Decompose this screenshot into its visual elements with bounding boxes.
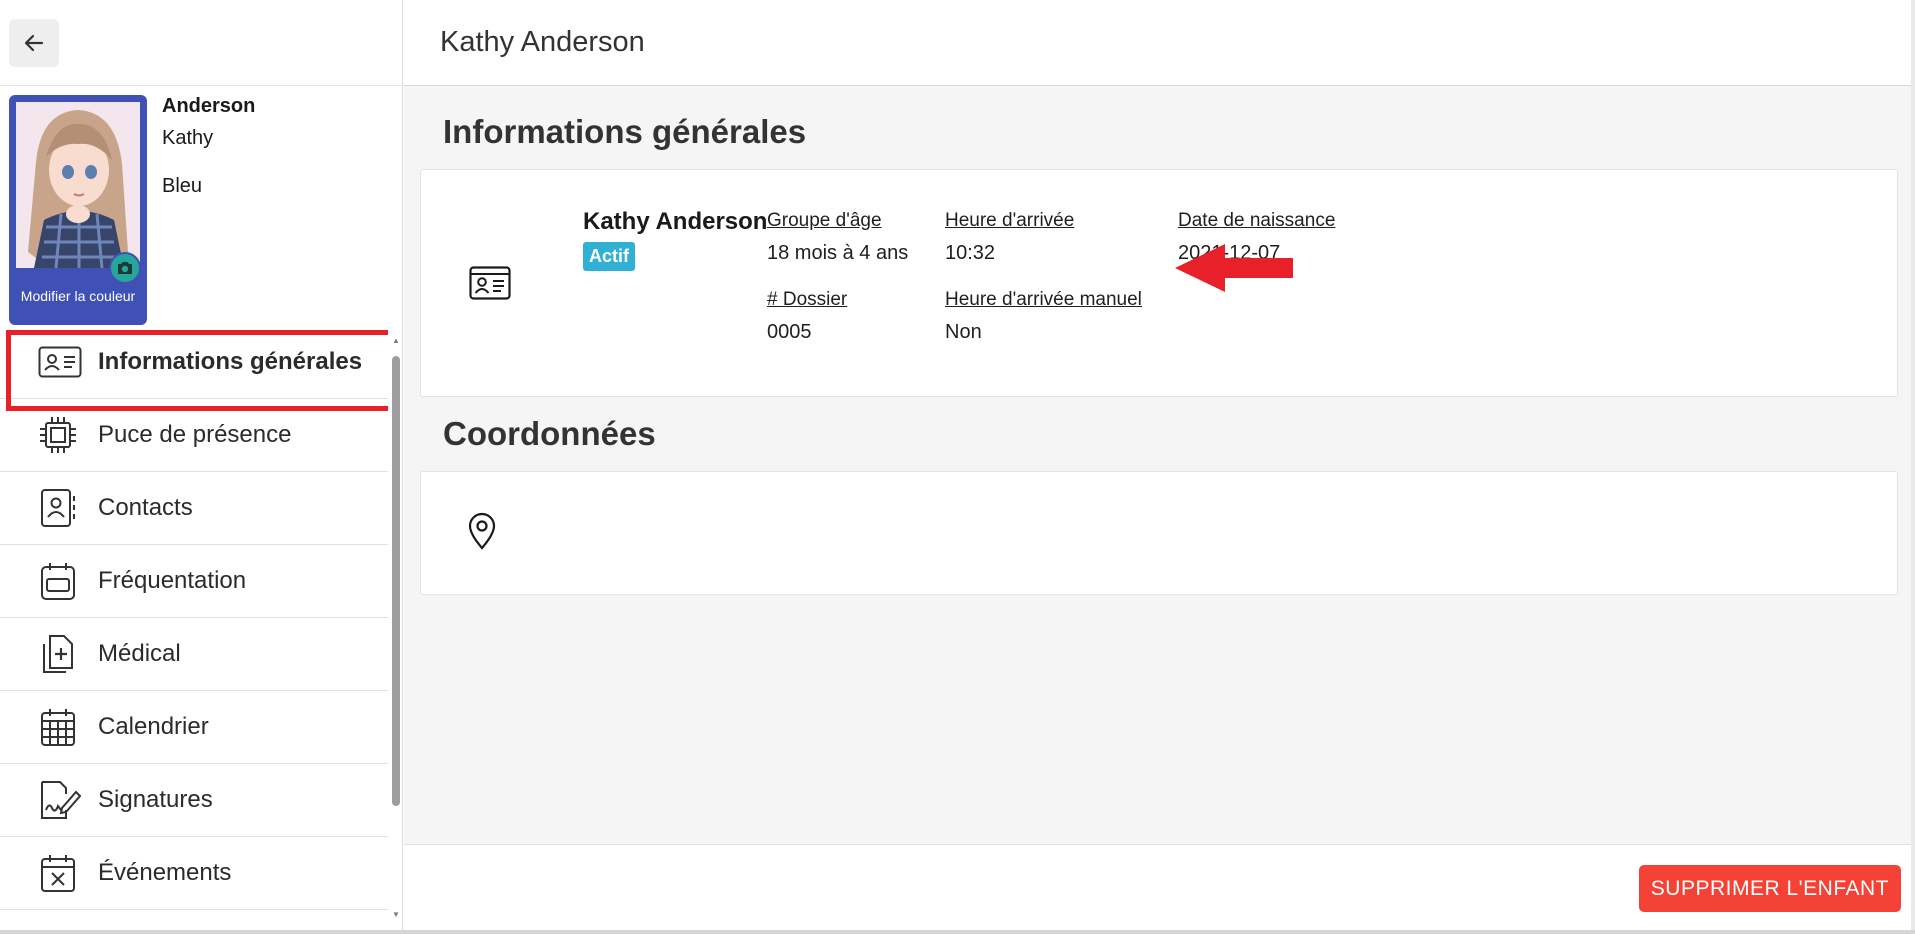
manual-arrival-value: Non [945, 321, 982, 343]
scroll-up-icon[interactable]: ▲ [392, 336, 400, 345]
sidebar-item-label: Signatures [98, 786, 213, 813]
sidebar-item-medical[interactable]: Médical [0, 618, 388, 691]
annotation-arrow-icon [1175, 244, 1293, 292]
sidebar-item-label: Médical [98, 640, 181, 667]
child-first-name: Kathy [162, 127, 214, 149]
id-card-icon [38, 342, 84, 382]
sidebar-item-evenements[interactable]: Événements [0, 837, 388, 910]
sidebar-item-label: Contacts [98, 494, 193, 521]
id-card-icon [469, 266, 511, 305]
scrollbar-thumb[interactable] [392, 356, 400, 806]
status-badge: Actif [583, 242, 635, 271]
child-profile: Modifier la couleur Anderson Kathy Bleu [0, 86, 403, 326]
child-last-name: Anderson [162, 95, 256, 117]
sidebar-item-label: Informations générales [98, 348, 363, 375]
arrival-time-label: Heure d'arrivée [945, 210, 1075, 231]
sidebar-top-bar [0, 0, 402, 86]
chip-icon [38, 415, 84, 455]
page-title: Kathy Anderson [440, 26, 645, 58]
attendance-calendar-icon [38, 561, 84, 601]
sidebar-item-informations-generales[interactable]: Informations générales [0, 326, 388, 411]
section-title-general-info: Informations générales [443, 113, 807, 150]
section-title-coordinates: Coordonnées [443, 415, 656, 452]
change-photo-button[interactable] [109, 252, 141, 284]
sidebar-scrollbar[interactable]: ▲ ▼ [389, 336, 402, 922]
contact-book-icon [38, 488, 84, 528]
sidebar-item-label: Puce de présence [98, 421, 292, 448]
avatar [16, 102, 140, 268]
signature-icon [38, 780, 84, 820]
window-edge [1911, 0, 1915, 934]
sidebar-nav: Informations générales Puce de présence … [0, 326, 388, 920]
modify-color-button[interactable]: Modifier la couleur [9, 287, 147, 305]
calendar-x-icon [38, 853, 84, 893]
child-full-name: Kathy Anderson [583, 208, 768, 235]
sidebar: Modifier la couleur Anderson Kathy Bleu … [0, 0, 403, 934]
sidebar-item-signatures[interactable]: Signatures [0, 764, 388, 837]
back-button[interactable] [9, 19, 59, 67]
camera-icon [118, 262, 132, 274]
main-content: Kathy Anderson Informations générales Ka… [404, 0, 1911, 934]
age-group-label: Groupe d'âge [767, 210, 882, 231]
sidebar-item-label: Calendrier [98, 713, 209, 740]
delete-child-button[interactable]: SUPPRIMER L'ENFANT [1638, 865, 1901, 912]
coordinates-card [420, 471, 1898, 595]
page-footer: SUPPRIMER L'ENFANT [404, 844, 1911, 930]
page-header: Kathy Anderson [404, 0, 1911, 86]
sidebar-item-frequentation[interactable]: Fréquentation [0, 545, 388, 618]
arrival-time-value: 10:32 [945, 242, 996, 264]
calendar-grid-icon [38, 707, 84, 747]
scroll-down-icon[interactable]: ▼ [392, 910, 400, 919]
general-info-card: Kathy Anderson Actif Groupe d'âge 18 moi… [420, 169, 1898, 397]
avatar-card: Modifier la couleur [9, 95, 147, 325]
medical-file-icon [38, 634, 84, 674]
birth-date-label: Date de naissance [1178, 210, 1336, 231]
file-number-value: 0005 [767, 321, 812, 343]
sidebar-item-label: Fréquentation [98, 567, 247, 594]
file-number-label: # Dossier [767, 289, 848, 310]
sidebar-item-calendrier[interactable]: Calendrier [0, 691, 388, 764]
manual-arrival-label: Heure d'arrivée manuel [945, 289, 1142, 310]
location-pin-icon [467, 512, 497, 555]
arrow-left-icon [24, 34, 44, 52]
child-color: Bleu [162, 175, 203, 197]
sidebar-item-puce-de-presence[interactable]: Puce de présence [0, 399, 388, 472]
age-group-value: 18 mois à 4 ans [767, 242, 909, 264]
sidebar-item-label: Événements [98, 859, 232, 886]
sidebar-item-contacts[interactable]: Contacts [0, 472, 388, 545]
window-bottom-edge [0, 930, 1915, 934]
